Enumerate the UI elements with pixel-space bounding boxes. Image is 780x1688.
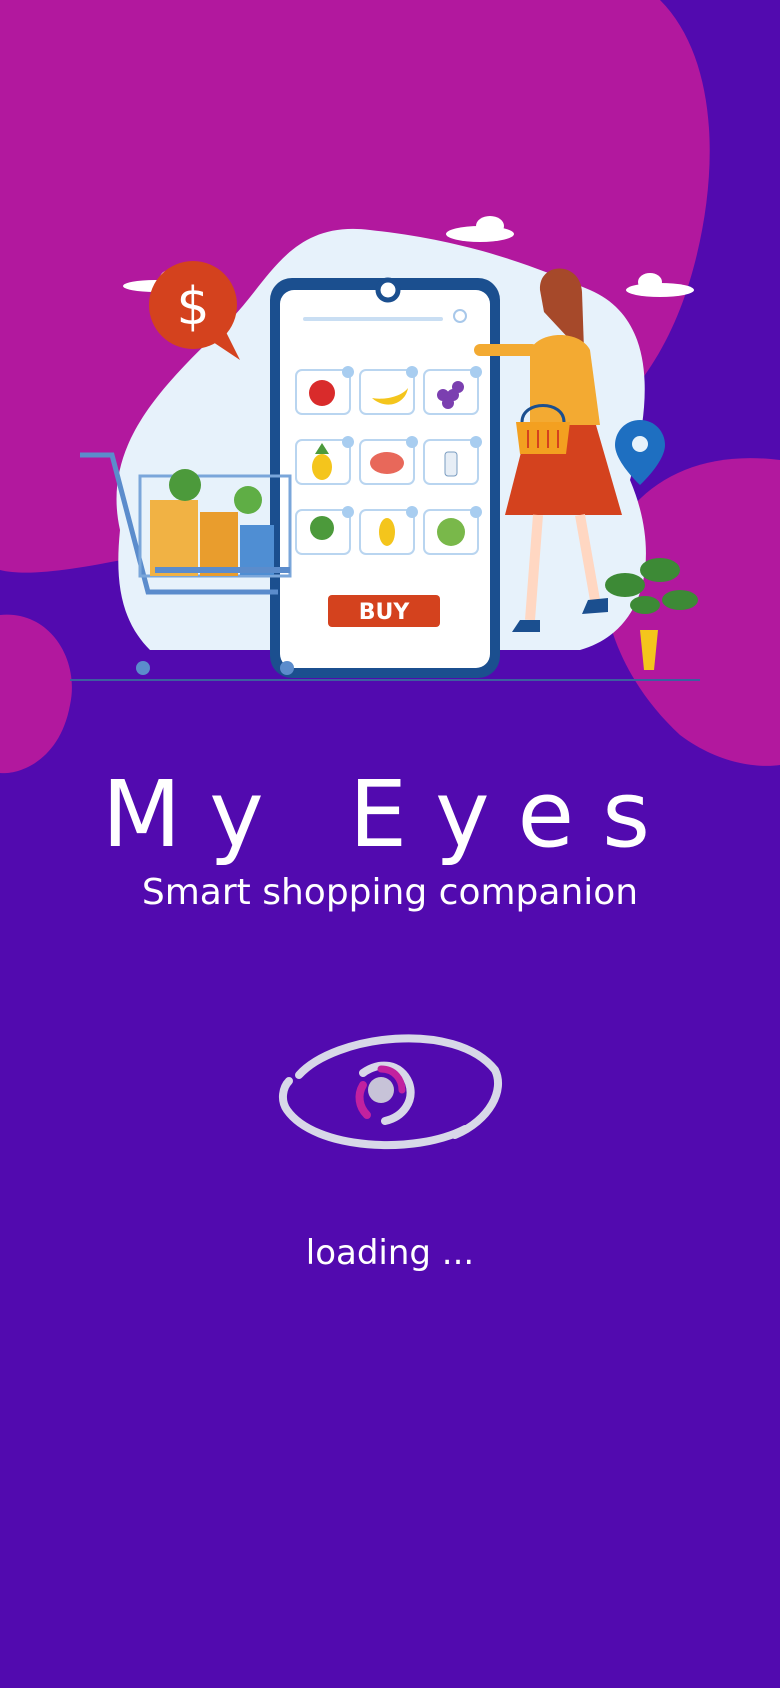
- svg-text:BUY: BUY: [359, 600, 411, 625]
- loading-text: loading ...: [305, 1233, 475, 1273]
- app-title: My Eyes: [101, 761, 679, 868]
- app-subtitle: Smart shopping companion: [141, 872, 639, 913]
- shopping-illustration: $ BUY: [70, 216, 700, 681]
- eye-logo-icon: [278, 1034, 503, 1150]
- dollar-bubble-icon: $: [149, 261, 240, 360]
- svg-text:$: $: [176, 277, 209, 337]
